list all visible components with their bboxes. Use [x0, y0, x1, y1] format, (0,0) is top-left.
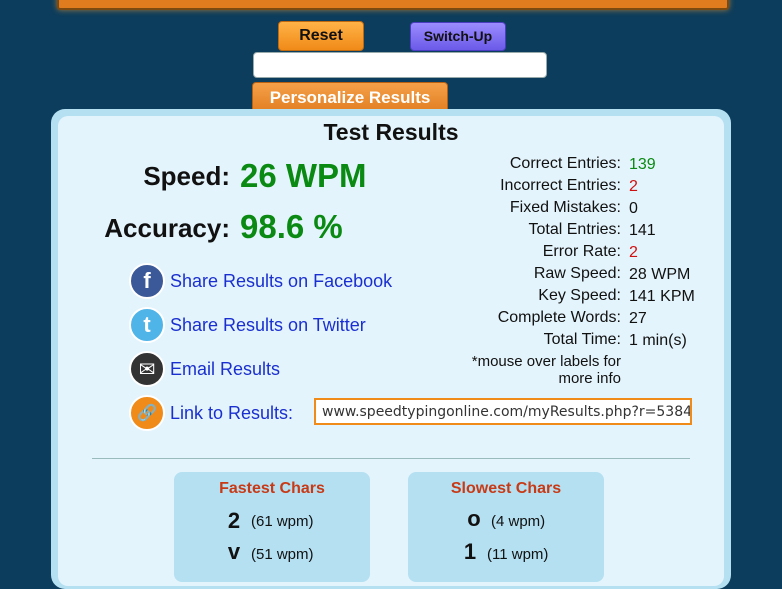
note-line-2: more info — [558, 370, 621, 387]
slowest-chars-title: Slowest Chars — [450, 480, 562, 497]
fastest-chars-box: Fastest Chars 2 (61 wpm) v (51 wpm) — [174, 472, 370, 582]
stat-value: 28 WPM — [629, 266, 691, 283]
stat-label[interactable]: Raw Speed: — [321, 265, 621, 283]
facebook-icon[interactable]: f — [129, 263, 165, 299]
fastest-char-row: v (51 wpm) — [174, 539, 370, 569]
fastest-char-wpm: (51 wpm) — [251, 546, 314, 563]
twitter-icon[interactable]: t — [129, 307, 165, 343]
stat-value: 2 — [629, 244, 638, 261]
stat-value: 141 KPM — [629, 288, 695, 305]
slowest-char-wpm: (11 wpm) — [487, 546, 549, 563]
slowest-char-row: o (4 wpm) — [408, 506, 604, 536]
link-icon[interactable]: 🔗 — [129, 395, 165, 431]
slowest-char: 1 — [463, 539, 477, 564]
divider — [92, 458, 690, 459]
switch-up-button[interactable]: Switch-Up — [410, 22, 506, 51]
results-link-field[interactable]: www.speedtypingonline.com/myResults.php?… — [314, 398, 692, 425]
stat-label[interactable]: Error Rate: — [321, 243, 621, 261]
fastest-chars-title: Fastest Chars — [219, 480, 325, 497]
top-banner — [57, 0, 729, 10]
slowest-char-row: 1 (11 wpm) — [408, 539, 604, 569]
stat-label[interactable]: Correct Entries: — [321, 155, 621, 173]
stat-value: 27 — [629, 310, 647, 327]
slowest-chars-box: Slowest Chars o (4 wpm) 1 (11 wpm) — [408, 472, 604, 582]
speed-label[interactable]: Speed: — [30, 161, 230, 192]
stat-value: 141 — [629, 222, 656, 239]
fastest-char: v — [227, 539, 241, 564]
results-title: Test Results — [323, 119, 459, 145]
slowest-char: o — [467, 506, 481, 531]
reset-button[interactable]: Reset — [278, 21, 364, 51]
stat-label[interactable]: Total Time: — [321, 331, 621, 349]
stat-value: 2 — [629, 178, 638, 195]
stat-label[interactable]: Fixed Mistakes: — [321, 199, 621, 217]
email-results-link[interactable]: Email Results — [170, 359, 280, 380]
stat-label[interactable]: Total Entries: — [321, 221, 621, 239]
mouseover-note: *mouse over labels for more info — [441, 353, 621, 387]
email-icon[interactable]: ✉ — [129, 351, 165, 387]
stat-value: 139 — [629, 156, 656, 173]
stat-label[interactable]: Key Speed: — [321, 287, 621, 305]
name-input[interactable] — [253, 52, 547, 78]
stat-value: 1 min(s) — [629, 332, 687, 349]
fastest-char-wpm: (61 wpm) — [251, 513, 314, 530]
fastest-char-row: 2 (61 wpm) — [174, 508, 370, 536]
link-to-results-label: Link to Results: — [170, 403, 294, 423]
accuracy-label[interactable]: Accuracy: — [30, 213, 230, 244]
note-line-1: *mouse over labels for — [471, 353, 621, 370]
stat-label[interactable]: Incorrect Entries: — [321, 177, 621, 195]
stat-value: 0 — [629, 200, 638, 217]
stat-label[interactable]: Complete Words: — [321, 309, 621, 327]
fastest-char: 2 — [227, 508, 241, 533]
slowest-char-wpm: (4 wpm) — [491, 513, 546, 530]
